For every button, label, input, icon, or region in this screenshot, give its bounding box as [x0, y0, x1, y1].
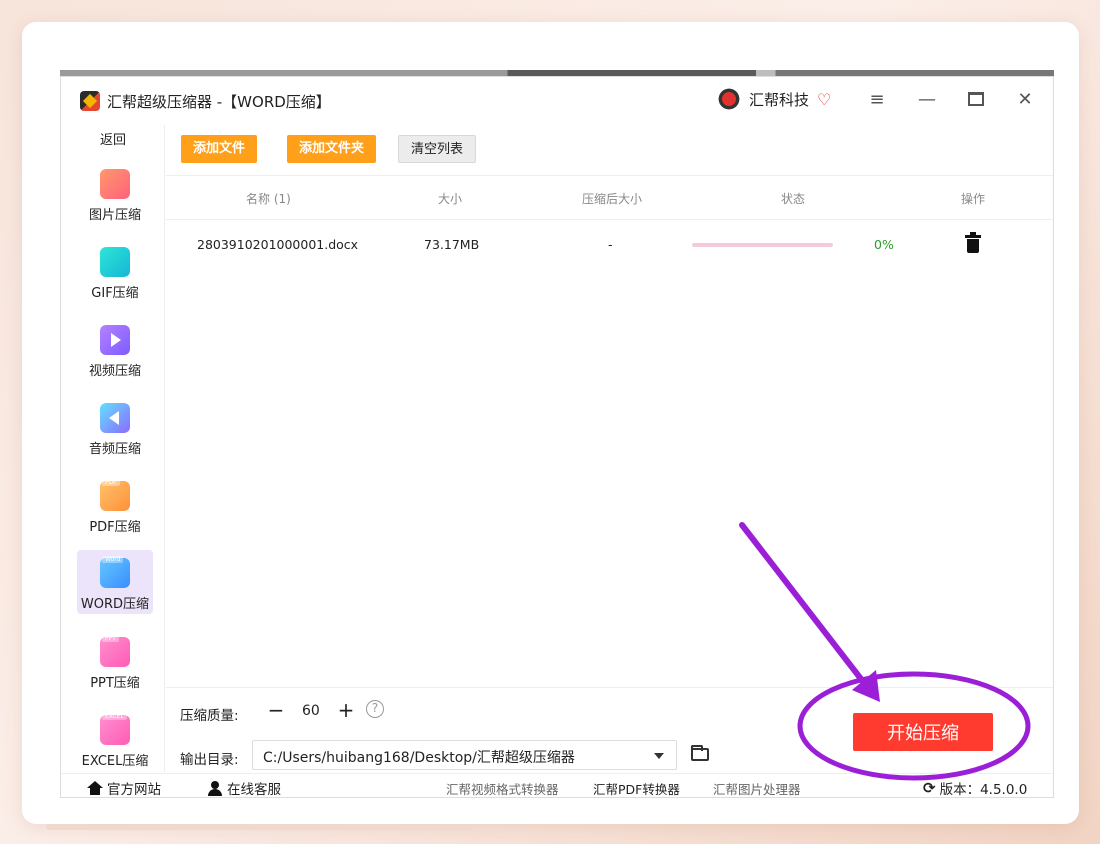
version-info: ⟳ 版本：4.5.0.0 — [923, 778, 1028, 798]
file-name: 2803910201000001.docx — [197, 237, 359, 252]
excel-tag: EXCEL — [102, 713, 127, 720]
brand-logo-icon — [717, 87, 741, 111]
footer-link-video-converter[interactable]: 汇帮视频格式转换器 — [446, 779, 559, 797]
footer-link-pdf-converter[interactable]: 汇帮PDF转换器 — [593, 779, 680, 797]
app-window: 汇帮超级压缩器 -【WORD压缩】 汇帮科技 ♡ ≡ — ✕ 返回 图片压缩 G… — [60, 76, 1054, 798]
online-support-link[interactable]: 在线客服 — [207, 778, 281, 798]
footer-link-image-processor[interactable]: 汇帮图片处理器 — [713, 779, 801, 797]
sidebar-item-word[interactable]: Word WORD压缩 — [77, 550, 153, 614]
video-icon — [100, 325, 130, 355]
heart-icon[interactable]: ♡ — [817, 90, 831, 109]
output-path: C:/Users/huibang168/Desktop/汇帮超级压缩器 — [263, 750, 575, 766]
col-status: 状态 — [781, 192, 806, 206]
quality-label: 压缩质量: — [180, 708, 239, 724]
table-row: 2803910201000001.docx 73.17MB - 0% — [166, 225, 1053, 265]
chevron-down-icon — [654, 753, 664, 759]
word-tag: Word — [102, 556, 124, 563]
pdf-icon: PDF — [100, 479, 130, 511]
quality-increase-button[interactable]: + — [336, 698, 356, 722]
card-shadow — [46, 824, 472, 830]
audio-icon — [100, 403, 130, 433]
sidebar-item-label: EXCEL压缩 — [81, 754, 149, 769]
file-size: 73.17MB — [424, 237, 480, 252]
col-action: 操作 — [961, 192, 986, 206]
app-logo-icon — [80, 91, 100, 111]
ppt-tag: PPT — [102, 635, 119, 642]
pdf-tag: PDF — [102, 479, 120, 486]
settings-panel: 压缩质量: − 60 + ? 输出目录: C:/Users/huibang168… — [166, 687, 1053, 773]
quality-value[interactable]: 60 — [302, 703, 320, 719]
sidebar-item-label: PDF压缩 — [89, 520, 141, 535]
col-name: 名称 (1) — [246, 192, 291, 206]
sidebar-item-label: GIF压缩 — [91, 286, 139, 301]
sidebar-item-ppt[interactable]: PPT PPT压缩 — [77, 635, 153, 699]
progress-bar — [692, 243, 833, 247]
image-icon — [100, 169, 130, 199]
maximize-icon[interactable] — [964, 89, 988, 111]
quality-decrease-button[interactable]: − — [266, 698, 286, 722]
excel-icon: EXCEL — [100, 713, 130, 745]
sidebar-item-video[interactable]: 视频压缩 — [77, 323, 153, 387]
word-icon: Word — [100, 556, 130, 588]
version-label: 版本：4.5.0.0 — [939, 782, 1028, 798]
folder-icon[interactable] — [691, 745, 709, 761]
title-bar: 汇帮超级压缩器 -【WORD压缩】 汇帮科技 ♡ ≡ — ✕ — [61, 77, 1053, 125]
sidebar-item-audio[interactable]: 音频压缩 — [77, 401, 153, 465]
official-website-label: 官方网站 — [107, 782, 161, 798]
sidebar-item-label: 图片压缩 — [88, 208, 141, 223]
sidebar: 返回 图片压缩 GIF压缩 视频压缩 音频压缩 PDF PDF压缩 Word W… — [61, 125, 165, 772]
refresh-icon[interactable]: ⟳ — [923, 779, 936, 797]
window-title: 汇帮超级压缩器 -【WORD压缩】 — [107, 93, 331, 111]
customer-service-icon — [207, 780, 223, 796]
official-website-link[interactable]: 官方网站 — [87, 778, 161, 798]
sidebar-item-pdf[interactable]: PDF PDF压缩 — [77, 479, 153, 543]
output-label: 输出目录: — [180, 752, 239, 768]
trash-icon[interactable] — [965, 232, 981, 253]
clear-list-button[interactable]: 清空列表 — [398, 135, 477, 163]
close-icon[interactable]: ✕ — [1013, 89, 1037, 110]
brand: 汇帮科技 ♡ — [717, 87, 831, 111]
col-compressed-size: 压缩后大小 — [582, 192, 643, 206]
sidebar-item-excel[interactable]: EXCEL EXCEL压缩 — [77, 713, 153, 777]
add-file-button[interactable]: 添加文件 — [181, 135, 258, 163]
online-support-label: 在线客服 — [227, 782, 281, 798]
gif-icon — [100, 247, 130, 277]
footer: 官方网站 在线客服 汇帮视频格式转换器 汇帮PDF转换器 汇帮图片处理器 ⟳ 版… — [61, 773, 1053, 798]
compressed-size: - — [608, 237, 613, 252]
ppt-icon: PPT — [100, 635, 130, 667]
minimize-icon[interactable]: — — [915, 89, 939, 110]
col-size: 大小 — [438, 192, 463, 206]
sidebar-item-image[interactable]: 图片压缩 — [77, 167, 153, 231]
sidebar-item-gif[interactable]: GIF压缩 — [77, 245, 153, 309]
start-compress-button[interactable]: 开始压缩 — [853, 713, 993, 751]
home-icon — [87, 781, 103, 795]
output-directory-select[interactable]: C:/Users/huibang168/Desktop/汇帮超级压缩器 — [252, 740, 677, 770]
sidebar-item-label: PPT压缩 — [90, 676, 140, 691]
sidebar-item-label: WORD压缩 — [80, 597, 150, 612]
progress-percent: 0% — [874, 237, 894, 252]
sidebar-item-label: 音频压缩 — [88, 442, 141, 457]
sidebar-item-label: 视频压缩 — [88, 364, 141, 379]
table-header: 名称 (1) 大小 压缩后大小 状态 操作 — [166, 175, 1053, 220]
back-button[interactable]: 返回 — [61, 129, 165, 148]
menu-icon[interactable]: ≡ — [865, 89, 889, 110]
add-folder-button[interactable]: 添加文件夹 — [287, 135, 377, 163]
help-icon[interactable]: ? — [366, 700, 384, 718]
brand-name: 汇帮科技 — [749, 90, 810, 109]
